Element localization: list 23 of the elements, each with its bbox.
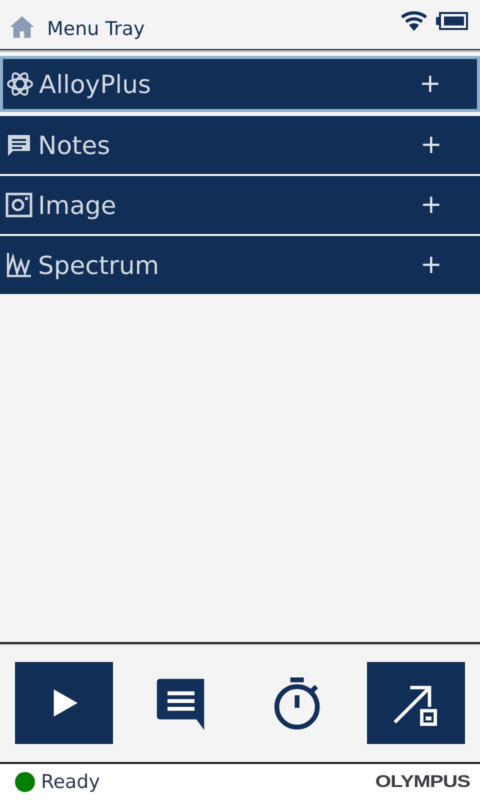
menu-item-label: AlloyPlus [39,70,151,98]
expand-toggle[interactable]: + [420,190,442,220]
screen-title: Menu Tray [47,18,145,40]
status-text: Ready [41,771,100,793]
expand-toggle[interactable]: + [419,69,441,99]
expand-toggle[interactable]: + [420,130,442,160]
menu-item-label: Image [38,190,116,220]
spectrum-icon [5,251,33,279]
camera-icon [5,191,33,219]
wifi-icon [400,11,428,31]
play-button[interactable] [15,662,113,744]
battery-icon [436,12,468,30]
menu-item[interactable]: Image + [0,176,480,234]
menu-item[interactable]: AlloyPlus + [0,56,480,112]
menu-item-label: Notes [38,130,110,160]
export-button[interactable] [366,662,465,744]
home-icon[interactable] [9,15,35,39]
menu-item-label: Spectrum [38,250,160,280]
atom-icon [6,70,34,98]
menu-item[interactable]: Notes + [0,116,480,174]
expand-toggle[interactable]: + [420,250,442,280]
brand-logo: OLYMPUS [375,772,470,792]
menu-item[interactable]: Spectrum + [0,236,480,294]
